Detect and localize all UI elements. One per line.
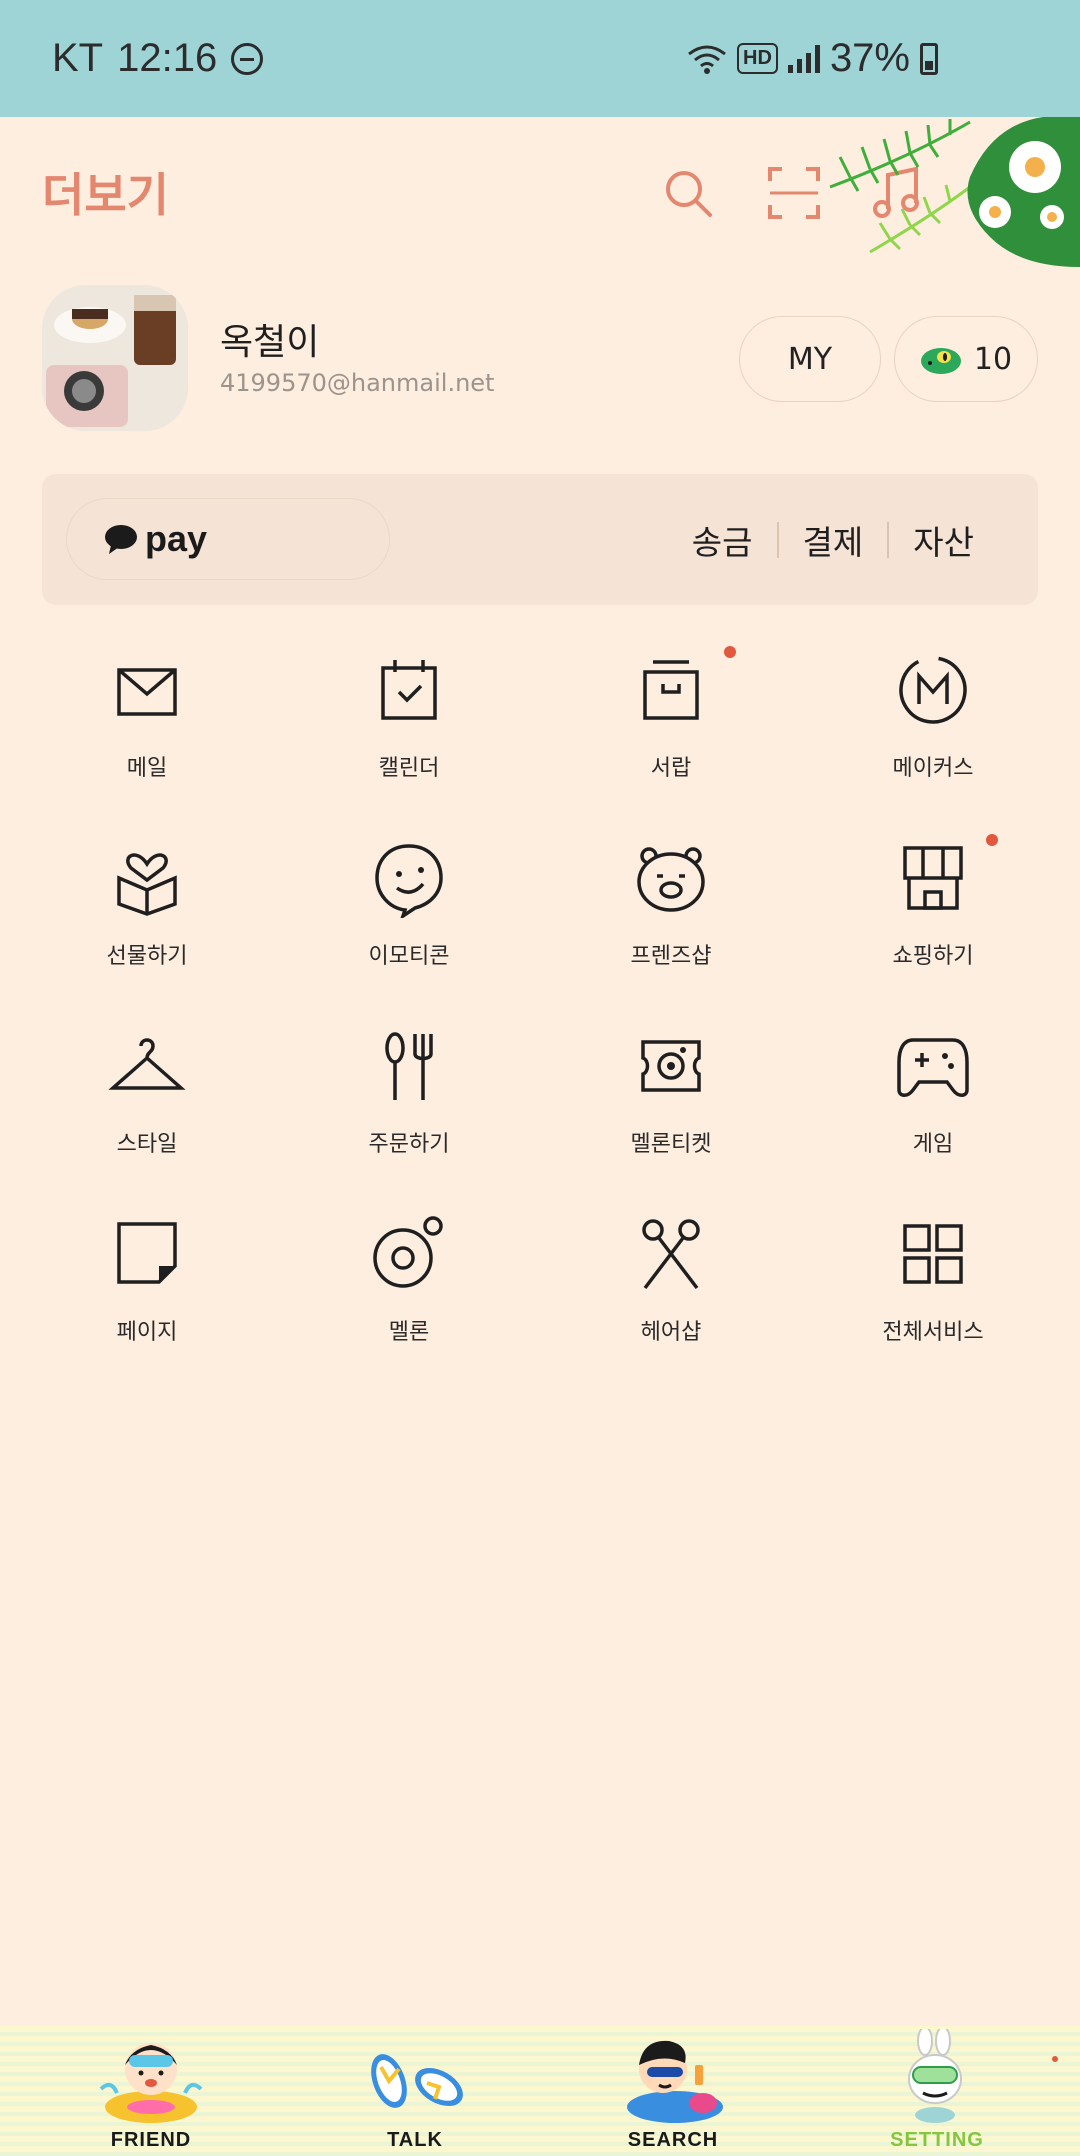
service-label: 캘린더 <box>378 756 440 781</box>
tab-friend[interactable]: FRIEND <box>76 2026 226 2156</box>
tab-label: SEARCH <box>627 2129 719 2151</box>
setting-character-icon <box>908 2029 962 2123</box>
service-drawer[interactable]: 서랍 <box>566 650 776 820</box>
carrier-label: KT <box>52 36 104 80</box>
service-label: 멜론티켓 <box>630 1132 712 1157</box>
status-right: HD 37% <box>687 36 938 81</box>
service-label: 이모티콘 <box>368 944 450 969</box>
service-page[interactable]: 페이지 <box>42 1214 252 1384</box>
my-button[interactable]: MY <box>739 316 881 402</box>
signal-icon <box>787 44 820 73</box>
status-bar: KT 12:16 HD 37% <box>0 0 1080 117</box>
service-label: 선물하기 <box>106 944 188 969</box>
pay-link-payment[interactable]: 결제 <box>779 516 888 564</box>
scissors-icon <box>642 1219 700 1290</box>
service-all-services[interactable]: 전체서비스 <box>828 1214 1038 1384</box>
service-label: 주문하기 <box>368 1132 450 1157</box>
service-label: 스타일 <box>116 1132 178 1157</box>
service-label: 전체서비스 <box>882 1320 984 1345</box>
gift-icon <box>117 853 177 916</box>
service-hairshop[interactable]: 헤어샵 <box>566 1214 776 1384</box>
tab-label: SETTING <box>890 2129 984 2151</box>
service-style[interactable]: 스타일 <box>42 1026 252 1196</box>
service-gift[interactable]: 선물하기 <box>42 838 252 1008</box>
battery-percent: 37% <box>829 36 910 80</box>
service-shopping[interactable]: 쇼핑하기 <box>828 838 1038 1008</box>
hd-voice-badge: HD <box>737 43 778 74</box>
kakao-pay-button[interactable]: pay <box>66 498 390 580</box>
speech-bubble-icon <box>105 525 137 554</box>
service-label: 게임 <box>912 1132 954 1157</box>
battery-icon <box>920 42 938 75</box>
order-icon <box>385 1032 433 1100</box>
profile-section[interactable]: 옥철이 4199570@hanmail.net MY 10 <box>42 283 1042 433</box>
scan-icon[interactable] <box>764 163 824 223</box>
service-label: 프렌즈샵 <box>630 944 712 969</box>
service-label: 헤어샵 <box>640 1320 702 1345</box>
pay-bar: pay 송금 결제 자산 <box>42 474 1038 605</box>
status-left: KT 12:16 <box>52 36 264 81</box>
service-friends-shop[interactable]: 프렌즈샵 <box>566 838 776 1008</box>
pay-links: 송금 결제 자산 <box>668 474 998 605</box>
service-order[interactable]: 주문하기 <box>304 1026 514 1196</box>
tab-search[interactable]: SEARCH <box>598 2026 748 2156</box>
wifi-icon <box>688 45 726 74</box>
pay-label: pay <box>145 518 208 559</box>
clock: 12:16 <box>117 36 218 80</box>
service-label: 메이커스 <box>892 756 974 781</box>
coin-count: 10 <box>973 341 1013 377</box>
my-label: MY <box>787 341 833 377</box>
melon-icon <box>373 1216 443 1288</box>
service-label: 쇼핑하기 <box>892 944 974 969</box>
pay-link-assets[interactable]: 자산 <box>889 516 998 564</box>
tab-label: TALK <box>387 2129 443 2151</box>
new-badge <box>1052 2056 1058 2062</box>
coin-button[interactable]: 10 <box>894 316 1038 402</box>
shopping-icon <box>903 846 963 910</box>
tab-talk[interactable]: TALK <box>340 2026 490 2156</box>
page-title: 더보기 <box>42 169 169 221</box>
search-character-icon <box>627 2040 723 2123</box>
avatar-photo <box>42 285 188 431</box>
service-emoticon[interactable]: 이모티콘 <box>304 838 514 1008</box>
friend-character-icon <box>99 2043 203 2123</box>
service-mail[interactable]: 메일 <box>42 650 252 820</box>
ticket-icon <box>641 1040 701 1092</box>
new-badge <box>724 646 736 658</box>
service-makers[interactable]: 메이커스 <box>828 650 1038 820</box>
do-not-disturb-icon <box>231 42 264 75</box>
choco-coin-icon <box>920 348 961 374</box>
makers-icon <box>899 656 967 724</box>
friends-shop-icon <box>637 847 705 912</box>
mail-icon <box>117 668 177 716</box>
service-game[interactable]: 게임 <box>828 1026 1038 1196</box>
service-melon-ticket[interactable]: 멜론티켓 <box>566 1026 776 1196</box>
bottom-nav: FRIEND TALK SEARCH SETTING <box>0 2026 1080 2156</box>
pay-link-transfer[interactable]: 송금 <box>668 516 777 564</box>
all-services-icon <box>903 1224 963 1284</box>
calendar-icon <box>381 660 437 720</box>
tab-label: FRIEND <box>110 2129 192 2151</box>
service-calendar[interactable]: 캘린더 <box>304 650 514 820</box>
page-icon <box>117 1222 177 1284</box>
emoticon-icon <box>375 844 443 918</box>
avatar[interactable] <box>42 285 188 431</box>
leaf-decoration <box>829 117 1080 267</box>
tab-setting[interactable]: SETTING <box>862 2026 1012 2156</box>
game-icon <box>897 1038 969 1097</box>
drawer-icon <box>643 660 699 720</box>
service-label: 서랍 <box>650 756 692 781</box>
service-melon[interactable]: 멜론 <box>304 1214 514 1384</box>
service-label: 멜론 <box>388 1320 430 1345</box>
flip-flops-icon <box>371 2054 463 2108</box>
service-label: 페이지 <box>116 1320 178 1345</box>
profile-name: 옥철이 <box>220 322 320 363</box>
profile-email: 4199570@hanmail.net <box>220 369 495 397</box>
service-label: 메일 <box>126 756 168 781</box>
hanger-icon <box>108 1038 186 1090</box>
search-icon[interactable] <box>658 163 718 223</box>
